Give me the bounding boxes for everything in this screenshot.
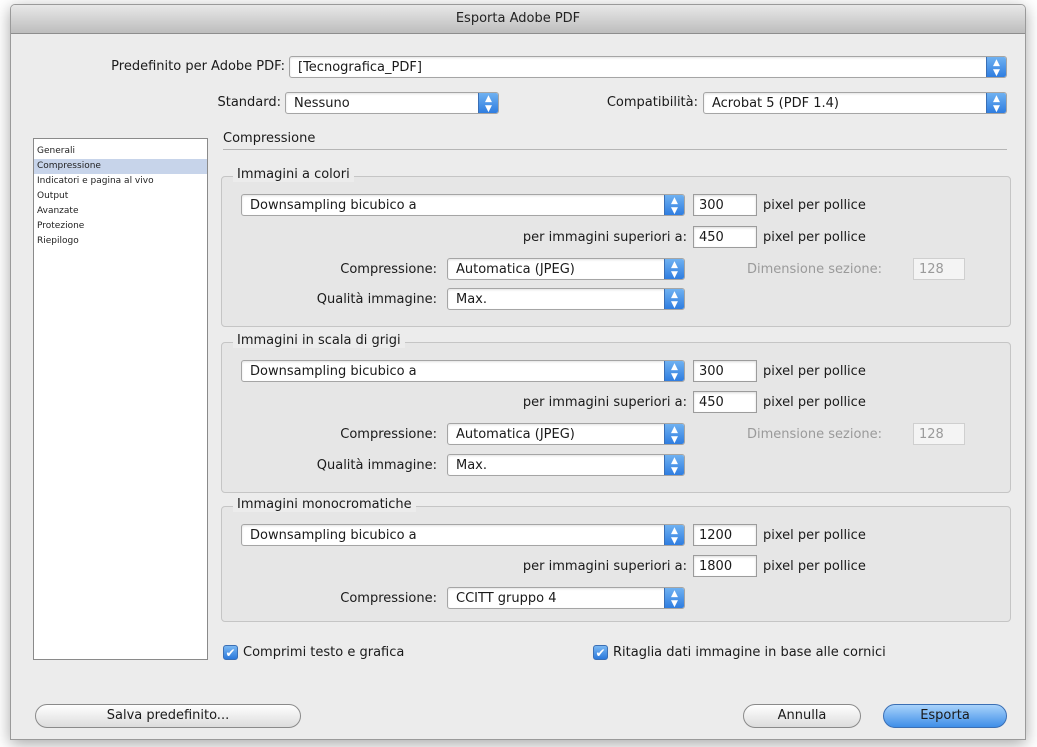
chevron-updown-icon: ▲ ▼ bbox=[986, 57, 1006, 77]
sidebar-item-avanzate[interactable]: Avanzate bbox=[34, 204, 207, 219]
gray-ppi-input[interactable]: 300 bbox=[693, 360, 757, 382]
compress-text-checkbox[interactable]: ✔ bbox=[223, 645, 238, 660]
cancel-button[interactable]: Annulla bbox=[743, 704, 861, 728]
gray-quality-value: Max. bbox=[456, 458, 488, 473]
gray-compression-select[interactable]: Automatica (JPEG) ▲ ▼ bbox=[447, 423, 685, 445]
color-quality-value: Max. bbox=[456, 292, 488, 307]
color-compression-select[interactable]: Automatica (JPEG) ▲ ▼ bbox=[447, 258, 685, 280]
crop-images-checkbox[interactable]: ✔ bbox=[593, 645, 608, 660]
color-above-unit: pixel per pollice bbox=[763, 230, 866, 245]
window-title: Esporta Adobe PDF bbox=[11, 5, 1025, 34]
gray-above-label: per immagini superiori a: bbox=[522, 395, 687, 410]
mono-above-input[interactable]: 1800 bbox=[693, 555, 757, 577]
gray-compression-label: Compressione: bbox=[340, 427, 437, 442]
preset-label: Predefinito per Adobe PDF: bbox=[111, 59, 285, 74]
chevron-updown-icon: ▲ ▼ bbox=[664, 525, 684, 545]
gray-compression-value: Automatica (JPEG) bbox=[456, 427, 575, 442]
category-list: Generali Compressione Indicatori e pagin… bbox=[33, 138, 208, 660]
sidebar-item-generali[interactable]: Generali bbox=[34, 144, 207, 159]
mono-ppi-input[interactable]: 1200 bbox=[693, 524, 757, 546]
sidebar-item-indicatori[interactable]: Indicatori e pagina al vivo bbox=[34, 174, 207, 189]
chevron-updown-icon: ▲ ▼ bbox=[664, 588, 684, 608]
chevron-updown-icon: ▲ ▼ bbox=[664, 259, 684, 279]
gray-downsampling-value: Downsampling bicubico a bbox=[250, 364, 417, 379]
color-tile-label: Dimensione sezione: bbox=[747, 262, 883, 277]
mono-ppi-unit: pixel per pollice bbox=[763, 528, 866, 543]
mono-above-label: per immagini superiori a: bbox=[522, 559, 687, 574]
mono-downsampling-value: Downsampling bicubico a bbox=[250, 528, 417, 543]
compat-select[interactable]: Acrobat 5 (PDF 1.4) ▲ ▼ bbox=[703, 92, 1007, 114]
color-above-label: per immagini superiori a: bbox=[522, 230, 687, 245]
mono-compression-label: Compressione: bbox=[340, 591, 437, 606]
compat-label: Compatibilità: bbox=[606, 95, 698, 110]
mono-above-unit: pixel per pollice bbox=[763, 559, 866, 574]
gray-downsampling-select[interactable]: Downsampling bicubico a ▲ ▼ bbox=[241, 360, 685, 382]
color-compression-value: Automatica (JPEG) bbox=[456, 262, 575, 277]
chevron-updown-icon: ▲ ▼ bbox=[986, 93, 1006, 113]
mono-group-title: Immagini monocromatiche bbox=[233, 497, 416, 512]
gray-above-unit: pixel per pollice bbox=[763, 395, 866, 410]
gray-above-input[interactable]: 450 bbox=[693, 391, 757, 413]
color-above-input[interactable]: 450 bbox=[693, 226, 757, 248]
color-quality-label: Qualità immagine: bbox=[316, 292, 437, 307]
color-compression-label: Compressione: bbox=[340, 262, 437, 277]
section-title: Compressione bbox=[223, 131, 316, 146]
chevron-updown-icon: ▲ ▼ bbox=[664, 361, 684, 381]
checkmark-icon: ✔ bbox=[595, 646, 606, 660]
sidebar-item-riepilogo[interactable]: Riepilogo bbox=[34, 234, 207, 249]
crop-images-label[interactable]: Ritaglia dati immagine in base alle corn… bbox=[613, 645, 886, 660]
checkmark-icon: ✔ bbox=[225, 646, 236, 660]
chevron-updown-icon: ▲ ▼ bbox=[478, 93, 498, 113]
color-ppi-unit: pixel per pollice bbox=[763, 198, 866, 213]
gray-tile-input: 128 bbox=[913, 423, 965, 445]
mono-compression-select[interactable]: CCITT gruppo 4 ▲ ▼ bbox=[447, 587, 685, 609]
sidebar-item-output[interactable]: Output bbox=[34, 189, 207, 204]
compress-text-label[interactable]: Comprimi testo e grafica bbox=[243, 645, 404, 660]
gray-quality-select[interactable]: Max. ▲ ▼ bbox=[447, 454, 685, 476]
compat-value: Acrobat 5 (PDF 1.4) bbox=[712, 96, 839, 111]
color-downsampling-select[interactable]: Downsampling bicubico a ▲ ▼ bbox=[241, 194, 685, 216]
mono-compression-value: CCITT gruppo 4 bbox=[456, 591, 557, 606]
export-button[interactable]: Esporta bbox=[883, 704, 1007, 728]
color-group-title: Immagini a colori bbox=[233, 167, 354, 182]
chevron-updown-icon: ▲ ▼ bbox=[664, 289, 684, 309]
color-quality-select[interactable]: Max. ▲ ▼ bbox=[447, 288, 685, 310]
standard-select[interactable]: Nessuno ▲ ▼ bbox=[285, 92, 499, 114]
preset-value: [Tecnografica_PDF] bbox=[298, 60, 422, 75]
standard-label: Standard: bbox=[217, 95, 281, 110]
gray-tile-label: Dimensione sezione: bbox=[747, 427, 883, 442]
standard-value: Nessuno bbox=[294, 96, 350, 111]
gray-ppi-unit: pixel per pollice bbox=[763, 364, 866, 379]
section-divider bbox=[223, 149, 1007, 150]
chevron-updown-icon: ▲ ▼ bbox=[664, 195, 684, 215]
export-pdf-dialog: Esporta Adobe PDF Predefinito per Adobe … bbox=[10, 4, 1026, 740]
preset-select[interactable]: [Tecnografica_PDF] ▲ ▼ bbox=[289, 56, 1007, 78]
save-preset-button[interactable]: Salva predefinito... bbox=[35, 704, 301, 728]
color-ppi-input[interactable]: 300 bbox=[693, 194, 757, 216]
sidebar-item-compressione[interactable]: Compressione bbox=[34, 159, 207, 174]
mono-downsampling-select[interactable]: Downsampling bicubico a ▲ ▼ bbox=[241, 524, 685, 546]
gray-quality-label: Qualità immagine: bbox=[316, 458, 437, 473]
gray-group-title: Immagini in scala di grigi bbox=[233, 333, 405, 348]
sidebar-item-protezione[interactable]: Protezione bbox=[34, 219, 207, 234]
chevron-updown-icon: ▲ ▼ bbox=[664, 455, 684, 475]
color-tile-input: 128 bbox=[913, 258, 965, 280]
chevron-updown-icon: ▲ ▼ bbox=[664, 424, 684, 444]
color-downsampling-value: Downsampling bicubico a bbox=[250, 198, 417, 213]
